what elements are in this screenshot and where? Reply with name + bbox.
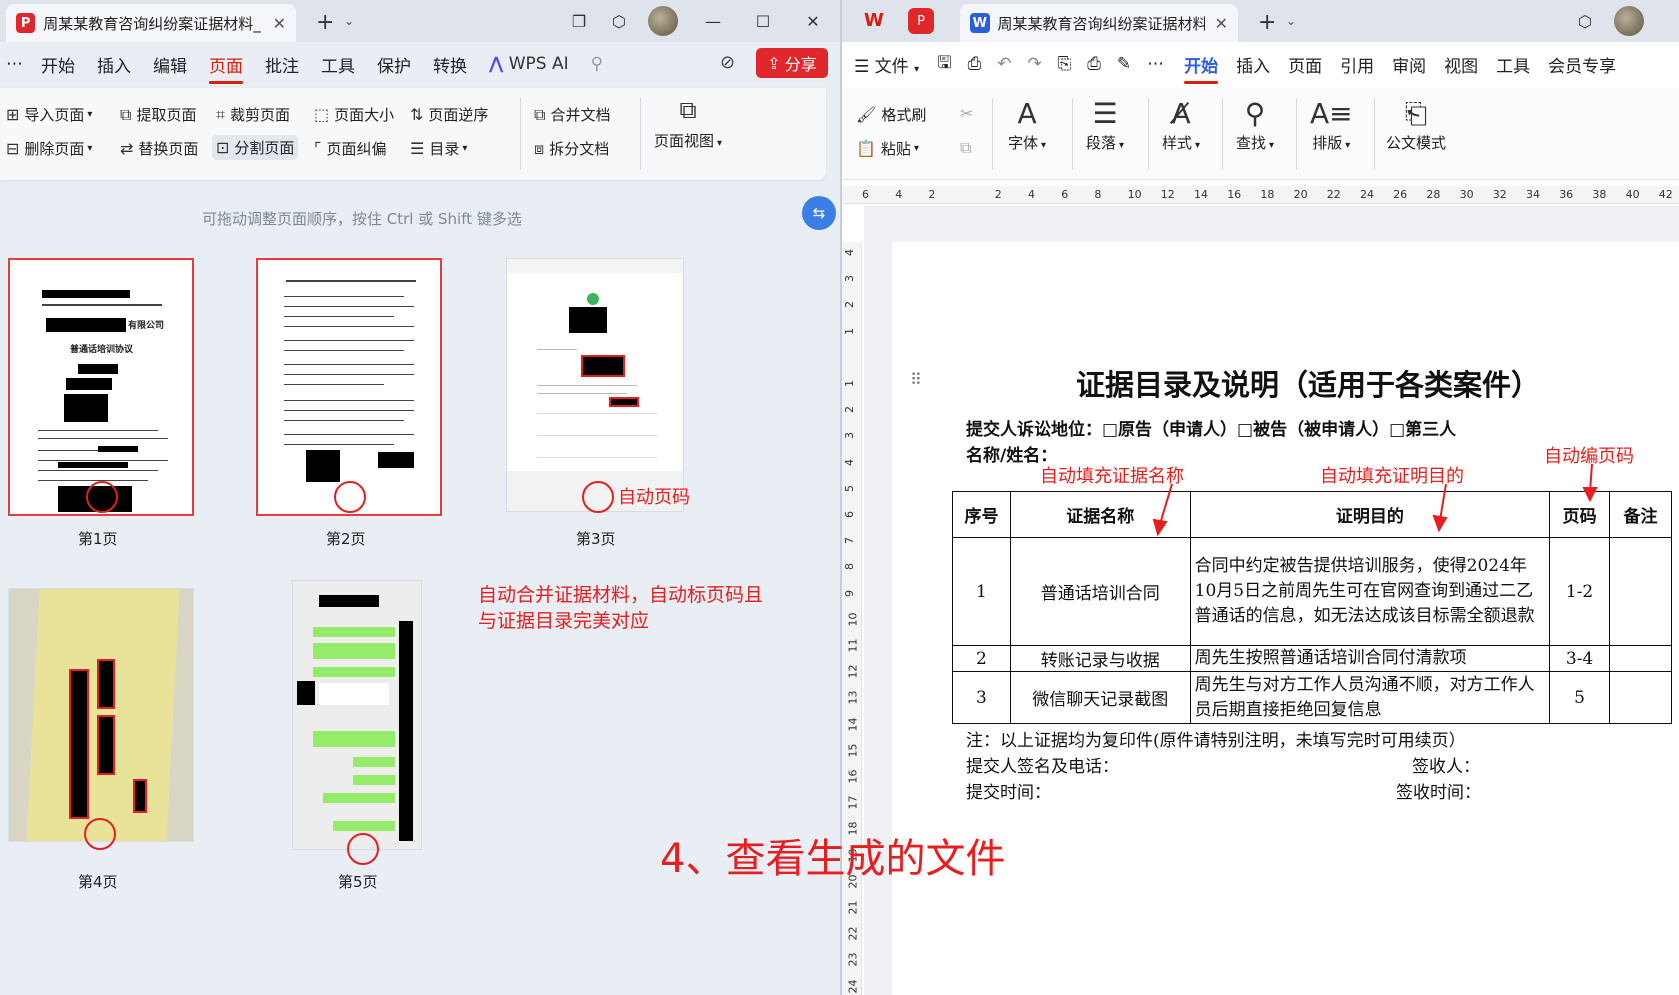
arrow-head	[1152, 518, 1168, 537]
step-annotation: 4、查看生成的文件	[660, 836, 1006, 882]
arrow-line	[1439, 483, 1447, 521]
arrow-line	[1159, 483, 1173, 525]
arrow-head	[1432, 514, 1448, 533]
arrow-head	[1582, 487, 1598, 503]
